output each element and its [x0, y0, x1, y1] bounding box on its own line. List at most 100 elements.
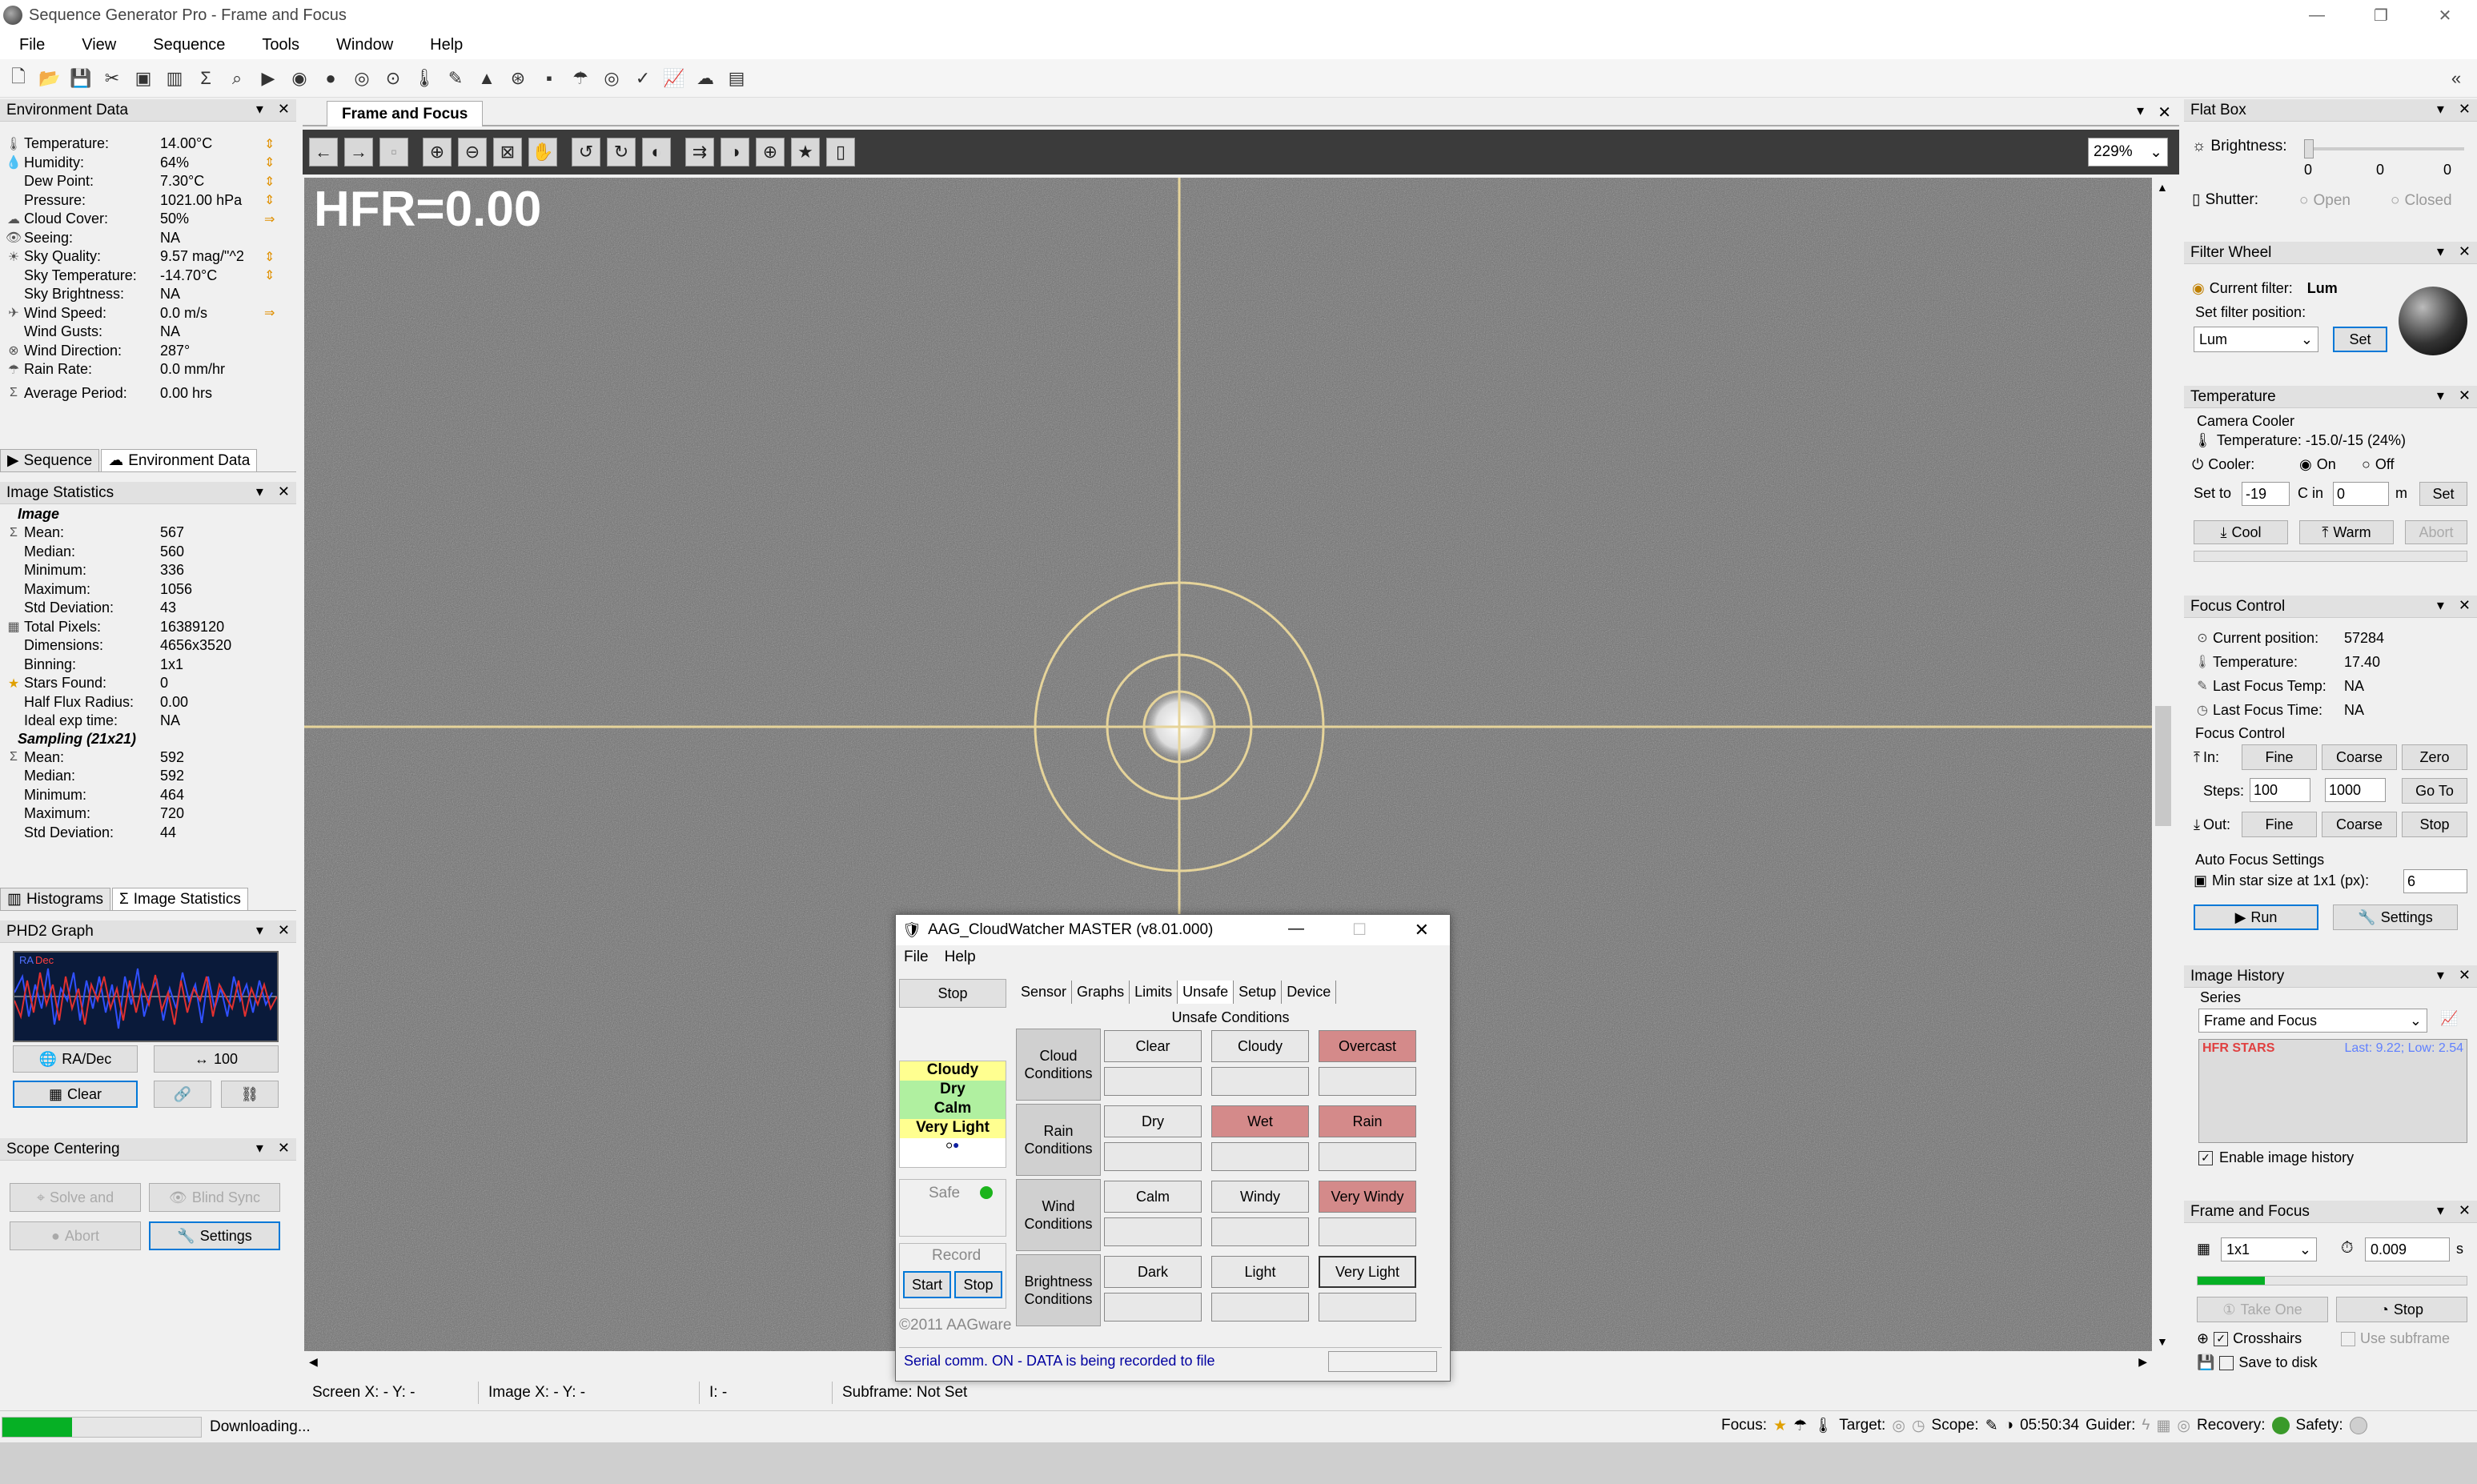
- tab-environment-data[interactable]: ☁ Environment Data: [101, 449, 258, 471]
- use-subframe-checkbox[interactable]: Use subframe: [2341, 1330, 2450, 1347]
- minimize-button[interactable]: —: [2285, 0, 2349, 30]
- info-icon[interactable]: ▯: [826, 138, 855, 166]
- close-icon[interactable]: ✕: [2459, 101, 2471, 118]
- close-icon[interactable]: ✕: [2459, 243, 2471, 260]
- shutter-closed-radio[interactable]: ○ Closed: [2391, 192, 2452, 210]
- dropdown-icon[interactable]: ▾: [2437, 967, 2444, 984]
- scroll-up-icon[interactable]: ▲: [2157, 181, 2168, 194]
- cw-condition-field[interactable]: [1104, 1067, 1202, 1096]
- cw-condition-field[interactable]: [1211, 1142, 1309, 1171]
- stretch-icon[interactable]: ⇉: [685, 138, 714, 166]
- cw-condition-field[interactable]: [1104, 1293, 1202, 1322]
- cw-record-stop-button[interactable]: Stop: [954, 1271, 1002, 1298]
- dropdown-icon[interactable]: ▾: [2437, 101, 2444, 118]
- crosshairs-checkbox[interactable]: ⊕ ✓ Crosshairs: [2197, 1330, 2302, 1347]
- wand-icon[interactable]: ✓: [629, 65, 656, 92]
- rotate-right-icon[interactable]: ↻: [607, 138, 636, 166]
- cw-minimize-button[interactable]: —: [1288, 920, 1304, 938]
- zoom-in-icon[interactable]: ⊕: [423, 138, 452, 166]
- cw-condition-toggle[interactable]: Overcast: [1319, 1030, 1416, 1062]
- close-icon[interactable]: ✕: [278, 922, 290, 939]
- cw-condition-field[interactable]: [1104, 1142, 1202, 1171]
- cw-condition-toggle[interactable]: Very Light: [1319, 1256, 1416, 1288]
- brightness-slider[interactable]: [2304, 139, 2464, 158]
- tab-histograms[interactable]: ▥ Histograms: [0, 888, 111, 910]
- flatbox-icon[interactable]: ▪: [536, 65, 563, 92]
- open-icon[interactable]: 📂: [36, 65, 63, 92]
- fine-steps-input[interactable]: 100: [2250, 778, 2310, 802]
- close-icon[interactable]: ✕: [278, 101, 290, 118]
- enable-history-checkbox[interactable]: ✓ Enable image history: [2198, 1149, 2354, 1166]
- dropdown-icon[interactable]: ▾: [2437, 387, 2444, 404]
- scale-button[interactable]: ↔ 100: [154, 1045, 279, 1073]
- radec-button[interactable]: 🌐 RA/Dec: [13, 1045, 138, 1073]
- menu-help[interactable]: Help: [419, 36, 463, 54]
- save-icon[interactable]: 💾: [67, 65, 94, 92]
- back-icon[interactable]: ←: [309, 138, 338, 166]
- restore-button[interactable]: ❐: [2349, 0, 2413, 30]
- dropdown-icon[interactable]: ▾: [2137, 102, 2144, 119]
- cw-condition-field[interactable]: [1211, 1293, 1309, 1322]
- filter-select[interactable]: Lum ⌄: [2194, 327, 2318, 352]
- exposure-input[interactable]: 0.009: [2365, 1237, 2450, 1261]
- menu-window[interactable]: Window: [325, 36, 393, 54]
- cool-button[interactable]: ⤓ Cool: [2194, 520, 2288, 544]
- cw-condition-field[interactable]: [1104, 1217, 1202, 1246]
- cw-condition-toggle[interactable]: Cloudy: [1211, 1030, 1309, 1062]
- flip-icon[interactable]: ◐: [642, 138, 671, 166]
- fit-icon[interactable]: ⊠: [493, 138, 522, 166]
- zoom-icon[interactable]: ⌕: [223, 65, 251, 92]
- dropdown-icon[interactable]: ▾: [256, 922, 263, 939]
- mount-icon[interactable]: ▲: [473, 65, 500, 92]
- binning-select[interactable]: 1x1 ⌄: [2221, 1237, 2317, 1261]
- close-doc-icon[interactable]: ✕: [2158, 102, 2171, 122]
- cw-condition-toggle[interactable]: Dry: [1104, 1105, 1202, 1137]
- blind-sync-button[interactable]: 👁 Blind Sync: [149, 1183, 280, 1212]
- close-icon[interactable]: ✕: [2459, 387, 2471, 404]
- take-one-button[interactable]: ① Take One: [2197, 1297, 2328, 1322]
- clear-graph-button[interactable]: ▦ Clear: [13, 1081, 138, 1108]
- star-icon[interactable]: ★: [791, 138, 820, 166]
- cw-tab-limits[interactable]: Limits: [1130, 981, 1178, 1004]
- dropdown-icon[interactable]: ▾: [2437, 597, 2444, 614]
- shutter-open-radio[interactable]: ○ Open: [2299, 192, 2351, 210]
- cw-record-start-button[interactable]: Start: [903, 1271, 951, 1298]
- histogram-icon[interactable]: ▥: [161, 65, 188, 92]
- zoom-select[interactable]: 229% ⌄: [2088, 138, 2168, 166]
- cw-tab-unsafe[interactable]: Unsafe: [1178, 981, 1234, 1004]
- tab-image-statistics[interactable]: Σ Image Statistics: [112, 888, 248, 910]
- close-button[interactable]: ✕: [2413, 0, 2477, 30]
- rotate-left-icon[interactable]: ↺: [572, 138, 600, 166]
- target-icon[interactable]: ◎: [598, 65, 625, 92]
- tools-icon[interactable]: ✂: [98, 65, 126, 92]
- scroll-right-icon[interactable]: ▶: [2138, 1355, 2147, 1369]
- cw-condition-toggle[interactable]: Clear: [1104, 1030, 1202, 1062]
- filter-icon[interactable]: ●: [317, 65, 344, 92]
- cw-tab-graphs[interactable]: Graphs: [1072, 981, 1130, 1004]
- cw-tab-device[interactable]: Device: [1282, 981, 1337, 1004]
- coarse-steps-input[interactable]: 1000: [2325, 778, 2386, 802]
- ff-stop-button[interactable]: ◔ Stop: [2336, 1297, 2467, 1322]
- close-icon[interactable]: ✕: [2459, 597, 2471, 614]
- scope-abort-button[interactable]: ● Abort: [10, 1221, 141, 1250]
- dropdown-icon[interactable]: ▾: [2437, 1202, 2444, 1219]
- safety-icon[interactable]: ☁: [692, 65, 719, 92]
- out-fine-button[interactable]: Fine: [2242, 812, 2317, 837]
- cw-condition-field[interactable]: [1319, 1293, 1416, 1322]
- series-select[interactable]: Frame and Focus ⌄: [2198, 1009, 2427, 1033]
- cw-condition-toggle[interactable]: Light: [1211, 1256, 1309, 1288]
- autofocus-settings-button[interactable]: 🔧 Settings: [2333, 904, 2458, 930]
- connect-button[interactable]: 🔗: [154, 1081, 211, 1108]
- goto-button[interactable]: Go To: [2402, 778, 2467, 804]
- cw-condition-toggle[interactable]: Windy: [1211, 1181, 1309, 1213]
- menu-file[interactable]: File: [8, 36, 45, 54]
- slider-thumb[interactable]: [2304, 139, 2314, 158]
- close-icon[interactable]: ✕: [2459, 1202, 2471, 1219]
- cw-condition-toggle[interactable]: Calm: [1104, 1181, 1202, 1213]
- zero-button[interactable]: Zero: [2402, 744, 2467, 770]
- cw-close-button[interactable]: ✕: [1415, 920, 1429, 941]
- save-to-disk-checkbox[interactable]: 💾 Save to disk: [2197, 1354, 2317, 1371]
- cooler-on-radio[interactable]: ◉ On: [2299, 456, 2336, 473]
- set-filter-button[interactable]: Set: [2333, 327, 2387, 352]
- camera-icon[interactable]: ◉: [286, 65, 313, 92]
